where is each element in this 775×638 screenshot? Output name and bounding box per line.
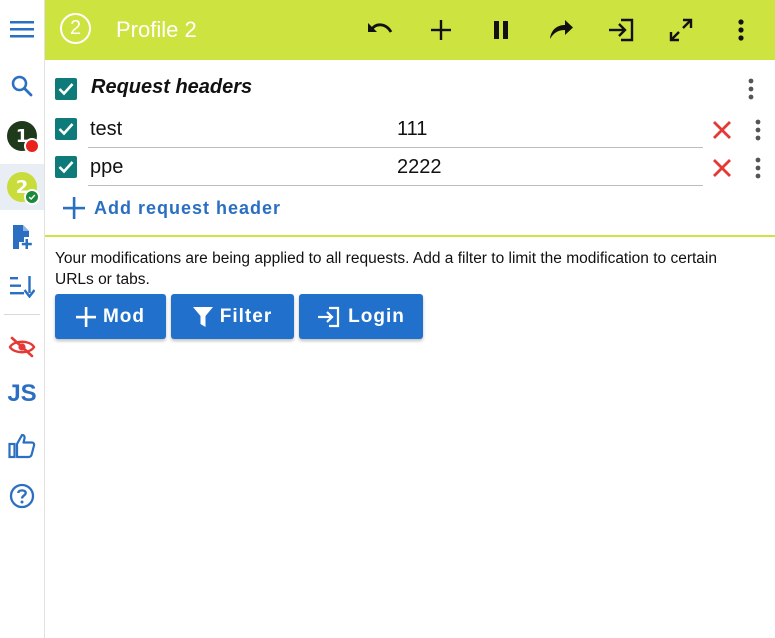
sort-button[interactable] [0,264,44,308]
login-action-button[interactable]: Login [299,294,423,339]
pause-button[interactable] [483,12,519,48]
header-value: 111 [397,118,428,140]
check-icon [58,83,74,96]
file-add-icon [13,225,32,249]
login-icon [609,18,634,42]
undo-icon [368,23,393,33]
header-value-field[interactable]: 2222 [394,150,703,186]
info-message: Your modifications are being applied to … [55,250,717,288]
login-icon [318,306,340,327]
section-title: Request headers [91,76,253,98]
header-more-button[interactable] [748,156,768,180]
header-value: 2222 [397,156,442,178]
more-vert-icon [755,119,761,141]
add-request-header-label: Add request header [94,197,282,218]
help-button[interactable] [0,474,44,518]
undo-button[interactable] [362,12,398,48]
more-vert-icon [748,78,754,100]
header-name-field[interactable]: ppe [88,150,394,186]
hamburger-icon [10,21,34,38]
profile-title[interactable]: Profile 2 [116,17,197,43]
top-bar: 2 Profile 2 [45,0,775,60]
thumbs-up-icon [8,433,36,459]
add-icon [63,197,85,219]
more-vert-icon [738,19,744,41]
header-value-field[interactable]: 111 [394,112,703,148]
more-options-button[interactable] [723,12,759,48]
profile-1-button[interactable]: 1 [0,114,44,158]
redo-button[interactable] [543,12,579,48]
add-filter-button[interactable]: Filter [171,294,294,339]
header-name: ppe [90,156,124,178]
header-checkbox[interactable] [55,118,77,140]
profile-number-circle[interactable]: 2 [60,13,91,44]
menu-button[interactable] [0,0,44,58]
profile-2-button[interactable]: 2 [0,164,44,210]
check-icon [58,123,74,136]
check-icon [28,194,36,201]
search-icon [11,75,33,97]
close-icon [713,121,731,139]
fullscreen-button[interactable] [663,12,699,48]
sidebar: 1 2 JS [0,0,45,638]
add-profile-button[interactable] [0,215,44,259]
filter-label: Filter [219,305,273,327]
eye-off-icon [8,336,36,358]
help-icon [9,483,35,509]
header-name-field[interactable]: test [88,112,394,148]
close-icon [713,159,731,177]
add-icon [75,306,96,327]
login-button[interactable] [603,12,639,48]
add-icon [431,20,451,40]
add-button[interactable] [423,12,459,48]
sort-icon [10,276,35,298]
delete-header-button[interactable] [710,118,734,142]
hide-button[interactable] [0,325,44,369]
add-request-header-button[interactable]: Add request header [62,196,281,220]
delete-header-button[interactable] [710,156,734,180]
fullscreen-icon [669,18,693,42]
pause-icon [494,21,508,39]
status-badge [24,138,40,154]
section-checkbox[interactable] [55,78,77,100]
search-button[interactable] [0,64,44,108]
section-more-button[interactable] [741,77,761,101]
section-divider [45,235,775,237]
profile-avatar: 1 [7,121,40,154]
login-label: Login [348,305,405,327]
javascript-button[interactable]: JS [0,372,44,416]
header-more-button[interactable] [748,118,768,142]
filter-icon [192,306,213,327]
more-vert-icon [755,157,761,179]
js-label: JS [7,380,37,407]
status-badge [24,189,40,205]
profile-avatar: 2 [7,172,40,205]
mod-label: Mod [102,305,146,327]
add-mod-button[interactable]: Mod [55,294,166,339]
header-checkbox[interactable] [55,156,77,178]
header-name: test [90,118,123,140]
check-icon [58,161,74,174]
like-button[interactable] [0,424,44,468]
redo-icon [550,20,573,39]
sidebar-divider [4,314,40,315]
